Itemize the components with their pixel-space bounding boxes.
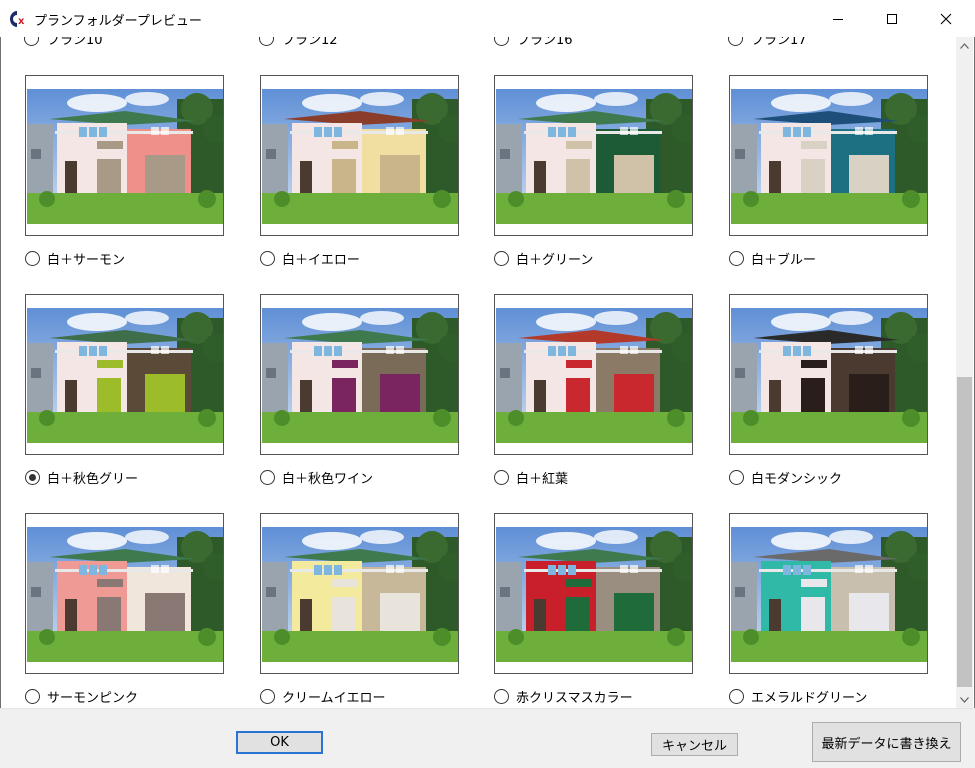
plan-label: プラン16 — [517, 37, 573, 48]
close-icon — [940, 13, 952, 24]
plan-radio-option[interactable]: 白＋秋色グリー — [25, 468, 138, 487]
minimize-icon — [833, 18, 843, 20]
plan-label: プラン10 — [47, 37, 103, 48]
plan-radio-option[interactable]: クリームイエロー — [260, 687, 385, 706]
house-preview-image[interactable] — [25, 513, 224, 674]
plan-label: 白＋ブルー — [751, 253, 817, 268]
plan-radio-partial[interactable]: プラン12 — [259, 37, 338, 48]
radio-button[interactable] — [259, 37, 274, 46]
radio-button[interactable] — [25, 470, 40, 485]
scroll-down-button[interactable] — [956, 691, 973, 708]
chevron-up-icon — [960, 42, 969, 49]
radio-button[interactable] — [729, 689, 744, 704]
plan-preview-list[interactable]: プラン10 プラン12 プラン16 プラン17 白＋サーモン 白＋イエロー 白＋グリ… — [1, 37, 956, 708]
radio-button[interactable] — [494, 37, 509, 46]
house-preview-image[interactable] — [25, 294, 224, 455]
maximize-button[interactable] — [869, 0, 915, 37]
house-preview-image[interactable] — [260, 75, 459, 236]
plan-radio-option[interactable]: 白＋グリーン — [494, 249, 593, 268]
cancel-button[interactable]: キャンセル — [651, 733, 738, 756]
scroll-up-button[interactable] — [956, 37, 973, 54]
plan-label: 白＋サーモン — [47, 253, 126, 268]
radio-button[interactable] — [260, 689, 275, 704]
plan-radio-option[interactable]: 白＋ブルー — [729, 249, 816, 268]
radio-button[interactable] — [260, 470, 275, 485]
plan-radio-option[interactable]: 赤クリスマスカラー — [494, 687, 633, 706]
minimize-button[interactable] — [815, 0, 861, 37]
window-title: プランフォルダープレビュー — [34, 14, 202, 29]
plan-label: プラン17 — [751, 37, 807, 48]
radio-button[interactable] — [728, 37, 743, 46]
house-preview-image[interactable] — [260, 294, 459, 455]
plan-radio-option[interactable]: サーモンピンク — [25, 687, 138, 706]
radio-button[interactable] — [729, 470, 744, 485]
plan-label: 白＋秋色グリー — [47, 472, 139, 487]
plan-radio-option[interactable]: 白モダンシック — [729, 468, 842, 487]
plan-label: 赤クリスマスカラー — [516, 691, 633, 706]
house-preview-image[interactable] — [494, 513, 693, 674]
chevron-down-icon — [960, 696, 969, 703]
house-preview-image[interactable] — [729, 513, 928, 674]
plan-radio-option[interactable]: エメラルドグリーン — [729, 687, 867, 706]
plan-radio-option[interactable]: 白＋イエロー — [260, 249, 360, 268]
plan-label: サーモンピンク — [47, 691, 139, 706]
vertical-scrollbar[interactable] — [956, 37, 973, 708]
radio-button[interactable] — [25, 689, 40, 704]
radio-button[interactable] — [494, 251, 509, 266]
app-logo-icon: x — [8, 9, 30, 29]
title-bar[interactable]: x プランフォルダープレビュー — [0, 0, 975, 37]
scroll-thumb[interactable] — [957, 377, 972, 687]
radio-button[interactable] — [494, 470, 509, 485]
plan-label: プラン12 — [282, 37, 338, 48]
partial-radio-row: プラン10 プラン12 プラン16 プラン17 — [1, 37, 956, 49]
house-preview-image[interactable] — [494, 75, 693, 236]
plan-radio-partial[interactable]: プラン10 — [24, 37, 103, 48]
plan-label: 白＋イエロー — [282, 253, 360, 268]
plan-radio-partial[interactable]: プラン17 — [728, 37, 807, 48]
radio-button[interactable] — [260, 251, 275, 266]
plan-label: クリームイエロー — [282, 691, 386, 706]
plan-label: 白＋秋色ワイン — [282, 472, 374, 487]
house-preview-image[interactable] — [729, 75, 928, 236]
plan-radio-partial[interactable]: プラン16 — [494, 37, 573, 48]
radio-button[interactable] — [25, 251, 40, 266]
radio-button[interactable] — [729, 251, 744, 266]
plan-radio-option[interactable]: 白＋紅葉 — [494, 468, 568, 487]
plan-radio-option[interactable]: 白＋サーモン — [25, 249, 125, 268]
refresh-data-button[interactable]: 最新データに書き換え — [812, 722, 961, 762]
dialog-button-bar: OK キャンセル 最新データに書き換え — [0, 708, 975, 768]
house-preview-image[interactable] — [729, 294, 928, 455]
close-button[interactable] — [923, 0, 969, 37]
house-preview-image[interactable] — [260, 513, 459, 674]
radio-button[interactable] — [24, 37, 39, 46]
plan-label: 白＋グリーン — [516, 253, 594, 268]
house-preview-image[interactable] — [494, 294, 693, 455]
plan-label: 白モダンシック — [751, 472, 843, 487]
svg-text:x: x — [18, 16, 25, 27]
plan-radio-option[interactable]: 白＋秋色ワイン — [260, 468, 373, 487]
radio-button[interactable] — [494, 689, 509, 704]
house-preview-image[interactable] — [25, 75, 224, 236]
maximize-icon — [887, 13, 897, 24]
plan-label: 白＋紅葉 — [516, 472, 569, 487]
plan-label: エメラルドグリーン — [751, 691, 868, 706]
ok-button[interactable]: OK — [236, 731, 323, 754]
